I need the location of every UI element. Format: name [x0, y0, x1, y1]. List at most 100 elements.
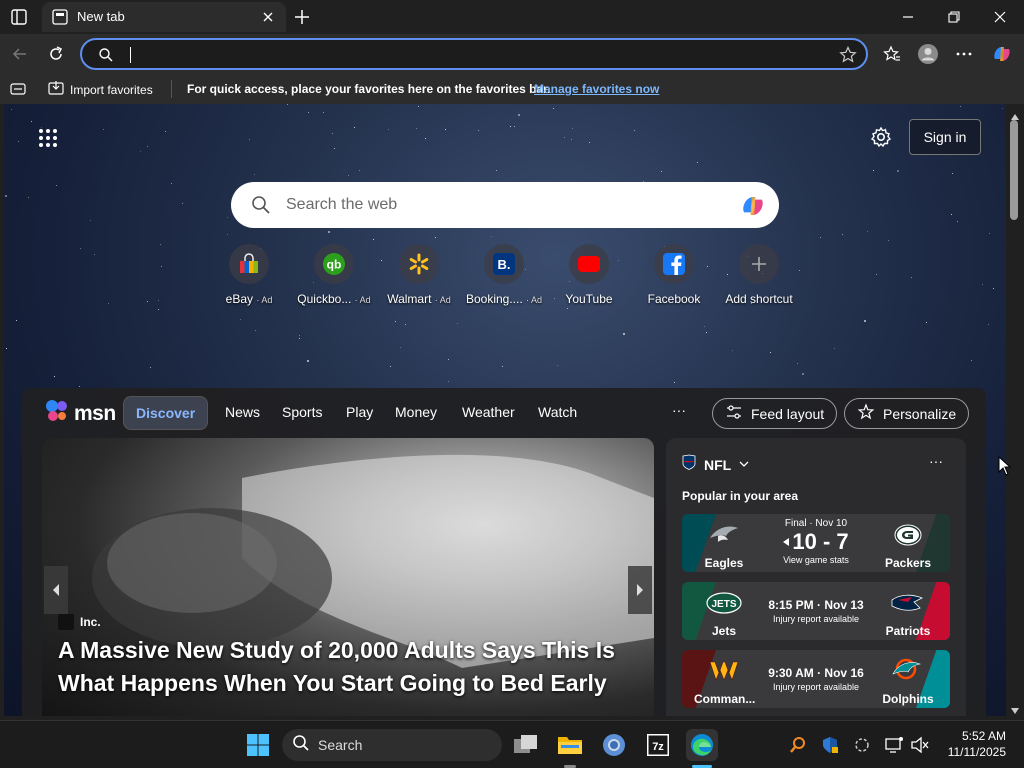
article-source: Inc. — [58, 614, 101, 630]
star-dot — [416, 128, 417, 129]
scroll-down-arrow-icon[interactable] — [1010, 702, 1020, 720]
personalize-button[interactable]: Personalize — [844, 398, 970, 429]
shortcut-label: Facebook — [647, 292, 701, 306]
navigation-bar — [0, 34, 1024, 74]
nav-watch[interactable]: Watch — [538, 404, 577, 420]
sign-in-label: Sign in — [923, 129, 967, 145]
shortcut-youtube[interactable]: YouTube — [546, 244, 632, 306]
favbar-divider — [171, 80, 172, 98]
game-substatus: Injury report available — [772, 682, 860, 692]
star-dot — [359, 170, 360, 171]
shortcut-walmart[interactable]: Walmart · Ad — [376, 244, 462, 306]
restore-button[interactable] — [934, 4, 974, 30]
article-headline[interactable]: A Massive New Study of 20,000 Adults Say… — [58, 634, 638, 700]
svg-text:JETS: JETS — [711, 599, 736, 610]
shortcut-label: Booking.... — [465, 292, 523, 306]
sign-in-button[interactable]: Sign in — [909, 119, 981, 155]
star-dot — [227, 217, 228, 218]
edge-browser-icon[interactable] — [686, 729, 718, 761]
system-clock[interactable]: 5:52 AM 11/11/2025 — [942, 728, 1006, 760]
star-dot — [448, 381, 449, 382]
star-dot — [348, 175, 349, 176]
star-dot — [957, 221, 958, 222]
favorites-icon[interactable] — [878, 40, 906, 68]
hero-article-card[interactable]: Inc. A Massive New Study of 20,000 Adult… — [42, 438, 654, 716]
start-windows-icon[interactable] — [242, 729, 274, 761]
close-window-button[interactable] — [980, 4, 1020, 30]
star-dot — [108, 303, 109, 304]
web-search-box[interactable]: Search the web — [231, 182, 779, 228]
page-settings-gear-icon[interactable] — [870, 126, 892, 148]
manage-favorites-link[interactable]: Manage favorites now — [534, 82, 659, 96]
feed-layout-button[interactable]: Feed layout — [712, 398, 838, 429]
nfl-more-button[interactable]: ··· — [929, 453, 943, 469]
shortcut-booking[interactable]: B. Booking.... · Ad — [461, 244, 547, 306]
back-button[interactable] — [6, 40, 34, 68]
nav-news[interactable]: News — [225, 404, 260, 420]
nav-weather[interactable]: Weather — [462, 404, 515, 420]
ad-badge: · Ad — [354, 295, 371, 305]
page-scrollbar[interactable] — [1006, 104, 1024, 716]
7zip-icon[interactable]: 7z — [642, 729, 674, 761]
shortcut-facebook[interactable]: Facebook — [631, 244, 717, 306]
shortcut-label: Add shortcut — [725, 292, 793, 306]
star-dot — [390, 366, 391, 367]
tab-new-tab[interactable]: New tab — [42, 2, 286, 32]
sidebar-toggle-icon[interactable] — [10, 81, 26, 97]
nav-play[interactable]: Play — [346, 404, 373, 420]
game-commanders-dolphins[interactable]: Comman... Dolphins 9:30 AM · Nov 16 Inju… — [682, 650, 950, 708]
import-favorites-button[interactable]: Import favorites — [48, 80, 153, 99]
nav-more-button[interactable]: ··· — [672, 402, 686, 418]
star-dot — [418, 106, 419, 107]
nav-discover[interactable]: Discover — [123, 396, 209, 430]
game-center-info: 8:15 PM · Nov 13 Injury report available — [752, 598, 880, 624]
favorite-star-icon[interactable] — [839, 46, 857, 64]
star-dot — [354, 127, 355, 128]
carousel-prev-button[interactable] — [44, 566, 68, 614]
shortcut-label: YouTube — [565, 292, 613, 306]
settings-more-icon[interactable] — [950, 40, 978, 68]
star-dot — [307, 360, 309, 362]
svg-text:qb: qb — [327, 258, 342, 272]
new-tab-button[interactable] — [292, 7, 312, 27]
address-bar[interactable] — [80, 38, 868, 70]
star-dot — [634, 130, 635, 131]
file-explorer-icon[interactable] — [554, 729, 586, 761]
search-tool-icon[interactable] — [782, 729, 814, 761]
nav-money[interactable]: Money — [395, 404, 437, 420]
task-view-icon[interactable] — [510, 729, 542, 761]
nfl-header[interactable]: NFL — [682, 454, 749, 475]
refresh-button[interactable] — [42, 40, 70, 68]
close-tab-icon[interactable] — [260, 9, 276, 25]
minimize-button[interactable] — [888, 4, 928, 30]
scrollbar-thumb[interactable] — [1010, 120, 1018, 220]
shortcut-add[interactable]: Add shortcut — [716, 244, 802, 306]
nav-sports[interactable]: Sports — [282, 404, 322, 420]
chrome-like-browser-icon[interactable] — [598, 729, 630, 761]
copilot-icon[interactable] — [988, 40, 1016, 68]
security-shield-icon[interactable] — [814, 729, 846, 761]
shortcut-quickbooks[interactable]: qb Quickbo... · Ad — [291, 244, 377, 306]
apps-grid-icon[interactable] — [38, 128, 58, 148]
tab-actions-icon[interactable] — [10, 8, 28, 26]
game-jets-patriots[interactable]: JETS Jets Patriots 8:15 PM · Nov 13 Inju… — [682, 582, 950, 640]
clock-time: 5:52 AM — [961, 729, 1006, 743]
msn-logo-text: msn — [74, 401, 116, 425]
booking-icon: B. — [484, 244, 524, 284]
mouse-pointer-icon — [998, 455, 1012, 476]
shortcut-ebay[interactable]: eBay · Ad — [206, 244, 292, 306]
star-dot — [425, 138, 426, 139]
volume-muted-icon[interactable] — [904, 729, 936, 761]
carousel-next-button[interactable] — [628, 566, 652, 614]
game-eagles-packers[interactable]: Eagles Packers Final · Nov 10 10 - 7 Vie… — [682, 514, 950, 572]
copilot-search-icon[interactable] — [739, 192, 767, 220]
youtube-icon — [569, 244, 609, 284]
star-dot — [18, 141, 19, 142]
star-dot — [988, 324, 989, 325]
tray-app-icon[interactable] — [846, 729, 878, 761]
star-dot — [94, 254, 95, 255]
taskbar-search-box[interactable]: Search — [282, 729, 502, 761]
msn-logo[interactable]: msn — [44, 398, 116, 429]
star-dot — [834, 348, 835, 349]
profile-avatar[interactable] — [914, 40, 942, 68]
